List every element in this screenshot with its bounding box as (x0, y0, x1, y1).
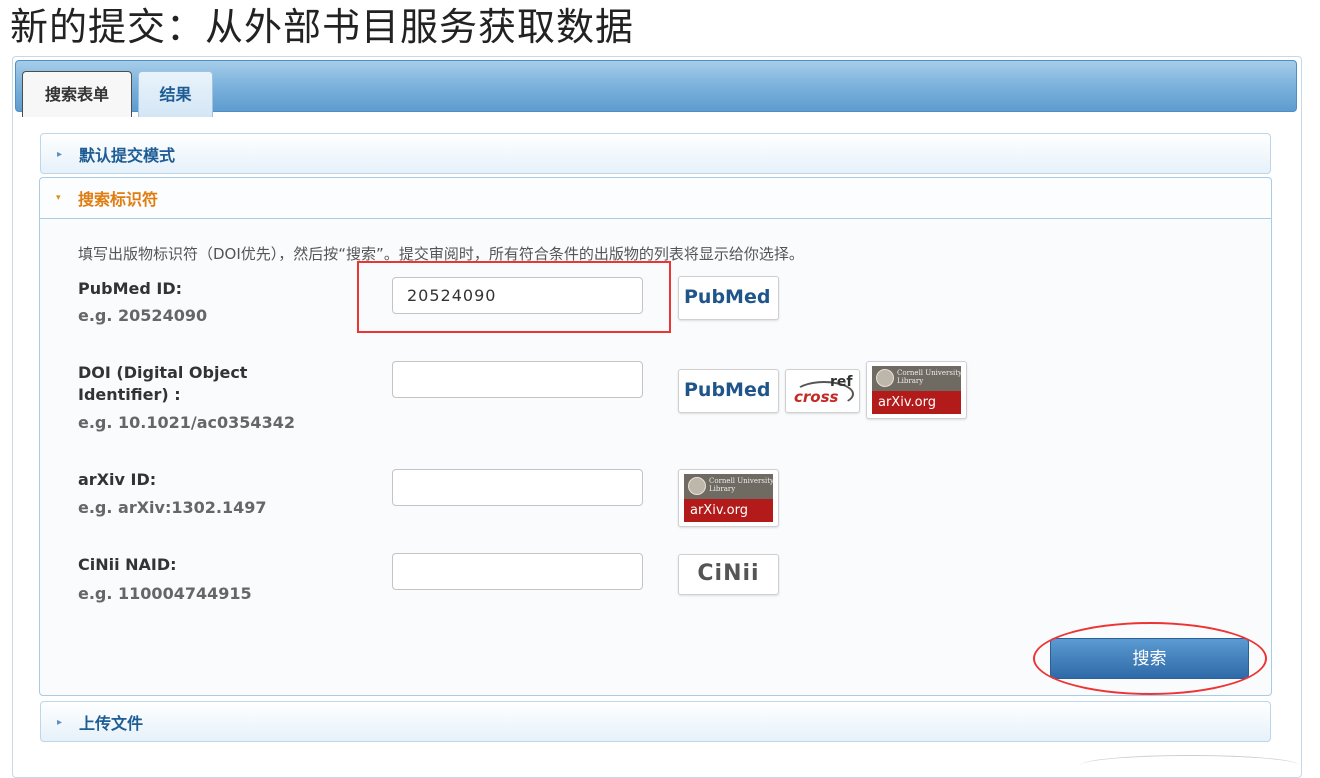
decorative-curve (1080, 755, 1300, 776)
arxiv-logo[interactable]: Cornell University Library arXiv.org (866, 361, 967, 419)
tab-search-form[interactable]: 搜索表单 (22, 71, 132, 117)
arxiv-id-input[interactable] (392, 469, 643, 506)
arxiv-logo[interactable]: Cornell University Library arXiv.org (678, 469, 779, 527)
arxiv-library-text: Cornell University Library (897, 369, 962, 385)
cornell-seal-icon (876, 369, 894, 387)
cinii-naid-hint: e.g. 110004744915 (78, 584, 252, 603)
accordion-default-mode-label: 默认提交模式 (79, 146, 176, 165)
cornell-seal-icon (688, 477, 706, 495)
tab-results[interactable]: 结果 (138, 71, 213, 117)
crossref-cross-text: cross (794, 388, 839, 406)
chevron-right-icon: ▸ (57, 717, 63, 728)
pubmed-id-label: PubMed ID: (78, 279, 182, 298)
arxiv-library-text: Cornell University Library (709, 477, 774, 493)
doi-label: DOI (Digital Object Identifier) : (78, 363, 248, 404)
crossref-logo[interactable]: cross ref (785, 369, 860, 413)
accordion-upload-file[interactable]: ▸ 上传文件 (40, 701, 1271, 742)
pubmed-logo[interactable]: PubMed (678, 369, 779, 413)
crossref-ref-text: ref (830, 374, 853, 390)
pubmed-id-hint: e.g. 20524090 (78, 306, 208, 325)
doi-input[interactable] (392, 361, 643, 398)
cinii-logo-text: CiNii (697, 561, 760, 586)
arxiv-site-text: arXiv.org (872, 391, 961, 414)
arxiv-id-label: arXiv ID: (78, 470, 157, 489)
chevron-down-icon: ▾ (56, 193, 61, 203)
accordion-upload-file-label: 上传文件 (79, 714, 144, 733)
highlight-rectangle (357, 261, 671, 333)
pubmed-logo[interactable]: PubMed (678, 276, 779, 320)
accordion-default-mode[interactable]: ▸ 默认提交模式 (40, 133, 1271, 174)
highlight-ellipse (1033, 622, 1267, 695)
accordion-search-ids[interactable]: ▾ 搜索标识符 (40, 178, 1271, 219)
cinii-naid-input[interactable] (392, 553, 643, 590)
cinii-logo[interactable]: CiNii (678, 554, 779, 595)
accordion-search-ids-label: 搜索标识符 (78, 190, 159, 209)
arxiv-id-hint: e.g. arXiv:1302.1497 (78, 498, 267, 517)
tab-bar: 搜索表单 结果 (15, 60, 1297, 117)
arxiv-site-text: arXiv.org (684, 499, 773, 522)
page-title: 新的提交：从外部书目服务获取数据 (10, 5, 635, 49)
chevron-right-icon: ▸ (57, 149, 63, 160)
pubmed-logo-text: PubMed (684, 379, 771, 401)
pubmed-logo-text: PubMed (684, 286, 771, 308)
cinii-naid-label: CiNii NAID: (78, 555, 177, 574)
doi-hint: e.g. 10.1021/ac0354342 (78, 413, 295, 432)
